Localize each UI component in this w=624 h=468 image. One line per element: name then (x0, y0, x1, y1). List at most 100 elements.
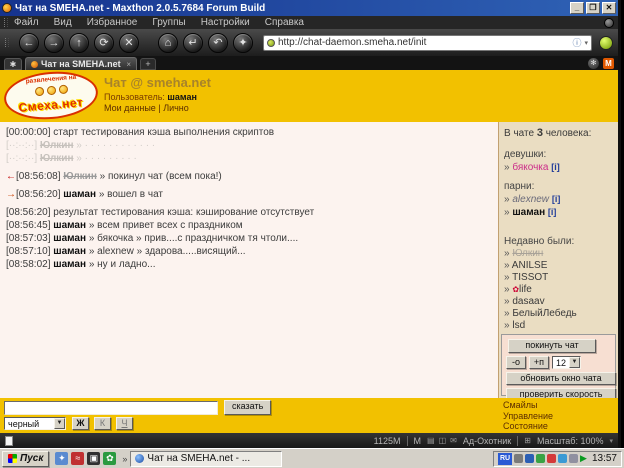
maximize-button[interactable]: ❐ (586, 2, 600, 14)
go-button[interactable] (599, 36, 613, 50)
status-icon-2[interactable]: ◫ (439, 436, 447, 445)
say-button[interactable]: сказать (224, 400, 271, 415)
user-name[interactable]: alexnew (512, 194, 549, 205)
status-icon-3[interactable]: ✉ (450, 436, 457, 445)
address-dropdown-icon[interactable]: ▾ (584, 39, 588, 47)
message-author: шаман (53, 246, 86, 257)
toolbar-grip[interactable] (5, 38, 9, 47)
tray-icon-4[interactable] (547, 454, 556, 463)
recent-user-item[interactable]: » TISSOT (504, 273, 613, 283)
smiles-link[interactable]: Смайлы (503, 400, 553, 411)
recent-user-item[interactable]: » lsd (504, 321, 613, 331)
mode-indicator[interactable]: M (414, 436, 422, 446)
menu-item[interactable]: Справка (265, 17, 304, 28)
recent-user-item[interactable]: » ✿life (504, 285, 613, 295)
user-info-link[interactable]: [i] (548, 207, 557, 217)
message-input[interactable] (4, 401, 218, 415)
font-decrease-button[interactable]: -о (506, 356, 526, 369)
chat-message-pane[interactable]: [00:00:00] старт тестирования кэша выпол… (0, 122, 499, 398)
new-tab-button[interactable]: + (140, 58, 156, 70)
user-list-item[interactable]: » шаман [i] (504, 207, 613, 218)
user-name[interactable]: dasaav (512, 296, 544, 307)
zoom-level[interactable]: Масштаб: 100% (537, 436, 604, 446)
toolbar-grip[interactable] (4, 18, 8, 27)
quick-launch-icon-4[interactable]: ✿ (103, 452, 116, 465)
back-button[interactable]: ← (19, 33, 39, 53)
user-list-item[interactable]: » alexnew [i] (504, 194, 613, 205)
status-icon-1[interactable]: ▤ (427, 436, 435, 445)
address-input[interactable] (278, 37, 569, 48)
font-increase-button[interactable]: +п (529, 356, 549, 369)
user-info-link[interactable]: [i] (551, 162, 560, 172)
language-indicator[interactable]: RU (498, 453, 512, 465)
quick-launch-overflow-icon[interactable]: » (122, 454, 127, 464)
site-logo[interactable]: развлечения на Смеха.нет (4, 72, 98, 119)
quick-launch-icon-1[interactable]: ✦ (55, 452, 68, 465)
close-button[interactable]: ✕ (602, 2, 616, 14)
chevron-down-icon[interactable]: ▼ (54, 418, 65, 429)
refresh-chat-button[interactable]: обновить окно чата (506, 372, 616, 385)
text-color-select[interactable]: черный ▼ (4, 417, 66, 430)
play-icon[interactable]: ▶ (580, 453, 587, 464)
tray-icon-3[interactable] (536, 454, 545, 463)
font-size-select[interactable]: 12 ▼ (552, 356, 581, 369)
user-name[interactable]: lsd (512, 320, 525, 331)
my-data-link[interactable]: Мои данные (104, 103, 156, 113)
adhunter-label[interactable]: Ад-Охотник (463, 436, 511, 446)
undo-button[interactable]: ↶ (208, 33, 228, 53)
user-name[interactable]: life (519, 284, 532, 295)
recent-user-item[interactable]: » dasaav (504, 297, 613, 307)
recent-user-item[interactable]: » ANILSE (504, 261, 613, 271)
user-name[interactable]: бякочка (512, 162, 548, 173)
user-info-link[interactable]: [i] (552, 194, 561, 204)
menu-item[interactable]: Настройки (201, 17, 250, 28)
skin-icon[interactable] (604, 18, 614, 28)
quick-launch-icon-3[interactable]: ▣ (87, 452, 100, 465)
user-name[interactable]: ANILSE (512, 260, 548, 271)
taskbar-task-button[interactable]: Чат на SMEHA.net - ... (130, 451, 282, 467)
menu-item[interactable]: Избранное (87, 17, 138, 28)
maxthon-icon[interactable]: M (603, 58, 614, 69)
menu-item[interactable]: Группы (152, 17, 185, 28)
gesture-icon[interactable]: ✻ (588, 58, 599, 69)
user-name[interactable]: TISSOT (512, 272, 548, 283)
menu-item[interactable]: Вид (54, 17, 72, 28)
tray-icon-2[interactable] (525, 454, 534, 463)
underline-button[interactable]: Ч (116, 417, 133, 430)
zoom-dropdown-icon[interactable]: ▾ (609, 437, 613, 445)
tray-icon-5[interactable] (558, 454, 567, 463)
state-link[interactable]: Состояние (503, 421, 553, 432)
refresh-button[interactable]: ⟳ (94, 33, 114, 53)
menu-item[interactable]: Файл (14, 17, 39, 28)
user-name[interactable]: БелыйЛебедь (512, 308, 576, 319)
forward-button[interactable]: → (44, 33, 64, 53)
page-info-icon[interactable]: ⓘ (572, 36, 581, 49)
tray-icon-6[interactable] (569, 454, 578, 463)
start-button[interactable]: Пуск (2, 451, 49, 467)
user-name[interactable]: Юлкин (512, 248, 543, 259)
user-name[interactable]: шаман (512, 207, 545, 218)
title-bar[interactable]: Чат на SMEHA.net - Maxthon 2.0.5.7684 Fo… (0, 0, 618, 16)
tab-close-icon[interactable]: × (126, 60, 131, 69)
private-link[interactable]: Лично (163, 103, 189, 113)
address-bar[interactable]: ⓘ ▾ (263, 35, 592, 51)
chevron-down-icon[interactable]: ▼ (569, 357, 580, 368)
quick-launch-icon-2[interactable]: ≈ (71, 452, 84, 465)
tab-active[interactable]: Чат на SMEHA.net × (25, 57, 137, 70)
home-button[interactable]: ⌂ (158, 33, 178, 53)
recent-user-item[interactable]: » Юлкин (504, 249, 613, 259)
italic-button[interactable]: К (94, 417, 111, 430)
manage-link[interactable]: Управление (503, 411, 553, 422)
recent-user-item[interactable]: » БелыйЛебедь (504, 309, 613, 319)
leave-chat-button[interactable]: покинуть чат (508, 339, 596, 353)
minimize-button[interactable]: _ (570, 2, 584, 14)
window-layout-icon[interactable]: ⊞ (524, 436, 531, 445)
go-page-button[interactable]: ↵ (183, 33, 203, 53)
up-button[interactable]: ↑ (69, 33, 89, 53)
bold-button[interactable]: Ж (72, 417, 89, 430)
favorites-star-icon[interactable]: ✱ (4, 58, 22, 70)
tray-icon-1[interactable] (514, 454, 523, 463)
user-list-item[interactable]: » бякочка [i] (504, 162, 613, 173)
tools-button[interactable]: ✦ (233, 33, 253, 53)
stop-button[interactable]: ✕ (119, 33, 139, 53)
